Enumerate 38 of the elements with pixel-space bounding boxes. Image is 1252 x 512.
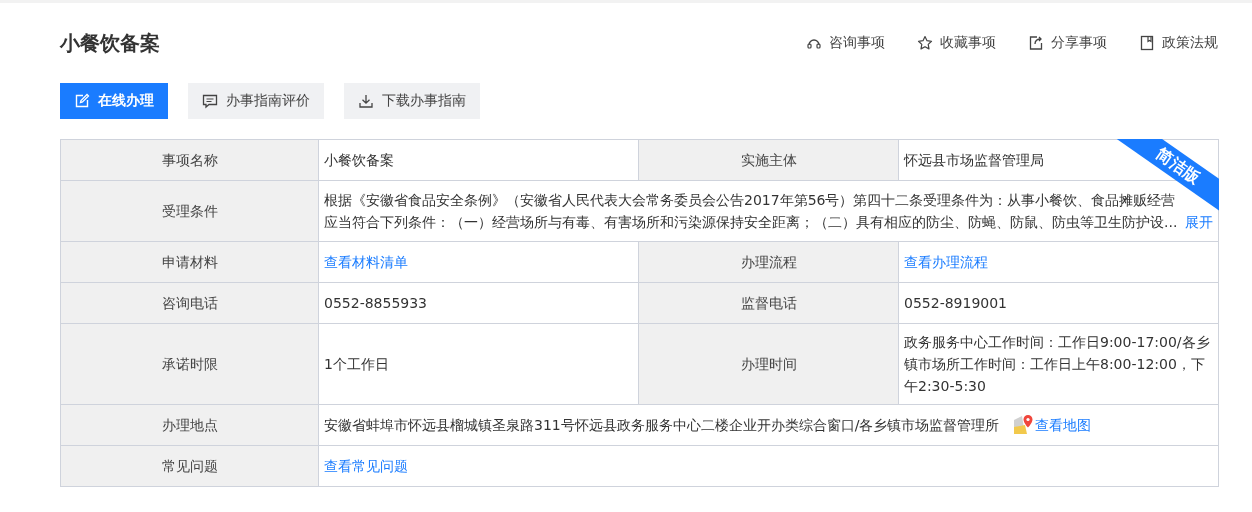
field-label: 办理时间: [638, 323, 899, 405]
link[interactable]: 查看常见问题: [324, 458, 408, 474]
share-icon: [1028, 35, 1044, 51]
link[interactable]: 查看材料清单: [324, 254, 408, 270]
star-icon: [917, 35, 933, 51]
action-button[interactable]: 在线办理: [60, 83, 168, 119]
field-label: 办理流程: [638, 241, 899, 283]
cell-text: 根据《安徽省食品安全条例》（安徽省人民代表大会常务委员会公告2017年第56号）第四十二条受理条件为：从事小餐饮、食品摊贩经营应当符合下列条件：（一）经营场所与有毒、有害场所和污染源保持安全距离；（二）具有相应的防尘、防蝇、防鼠、防虫等卫生防护设...: [324, 191, 1179, 232]
page-title: 小餐饮备案: [60, 29, 160, 57]
cell-text: 0552-8919001: [904, 295, 1008, 311]
field-label: 受理条件: [60, 180, 319, 242]
field-label: 办理地点: [60, 404, 319, 446]
map-link[interactable]: 查看地图: [1035, 414, 1092, 436]
expand-link[interactable]: 展开: [1185, 211, 1213, 233]
edit-icon: [74, 93, 90, 109]
action-button[interactable]: 办事指南评价: [188, 83, 324, 119]
field-label: 实施主体: [638, 139, 899, 181]
download-icon: [358, 93, 374, 109]
action-button[interactable]: 下载办事指南: [344, 83, 480, 119]
header-action[interactable]: 政策法规: [1139, 34, 1218, 52]
field-label: 常见问题: [60, 445, 319, 487]
field-label: 咨询电话: [60, 282, 319, 324]
link[interactable]: 查看办理流程: [904, 254, 988, 270]
field-label: 监督电话: [638, 282, 899, 324]
field-label: 承诺时限: [60, 323, 319, 405]
header-action[interactable]: 收藏事项: [917, 34, 996, 52]
cell-text: 政务服务中心工作时间：工作日9:00-17:00/各乡镇市场所工作时间：工作日上午8:00-12:00，下午2:30-5:30: [904, 334, 1210, 394]
cell-text: 1个工作日: [324, 356, 389, 372]
cell-text: 小餐饮备案: [324, 152, 394, 168]
header-action[interactable]: 咨询事项: [806, 34, 885, 52]
header-action[interactable]: 分享事项: [1028, 34, 1107, 52]
book-icon: [1139, 35, 1155, 51]
cell-text: 怀远县市场监督管理局: [904, 152, 1044, 168]
cell-text: 安徽省蚌埠市怀远县榴城镇圣泉路311号怀远县政务服务中心二楼企业开办类综合窗口/各乡镇市场监督管理所: [324, 416, 1000, 435]
field-label: 事项名称: [60, 139, 319, 181]
field-label: 申请材料: [60, 241, 319, 283]
cell-text: 0552-8855933: [324, 295, 428, 311]
comment-icon: [202, 93, 218, 109]
